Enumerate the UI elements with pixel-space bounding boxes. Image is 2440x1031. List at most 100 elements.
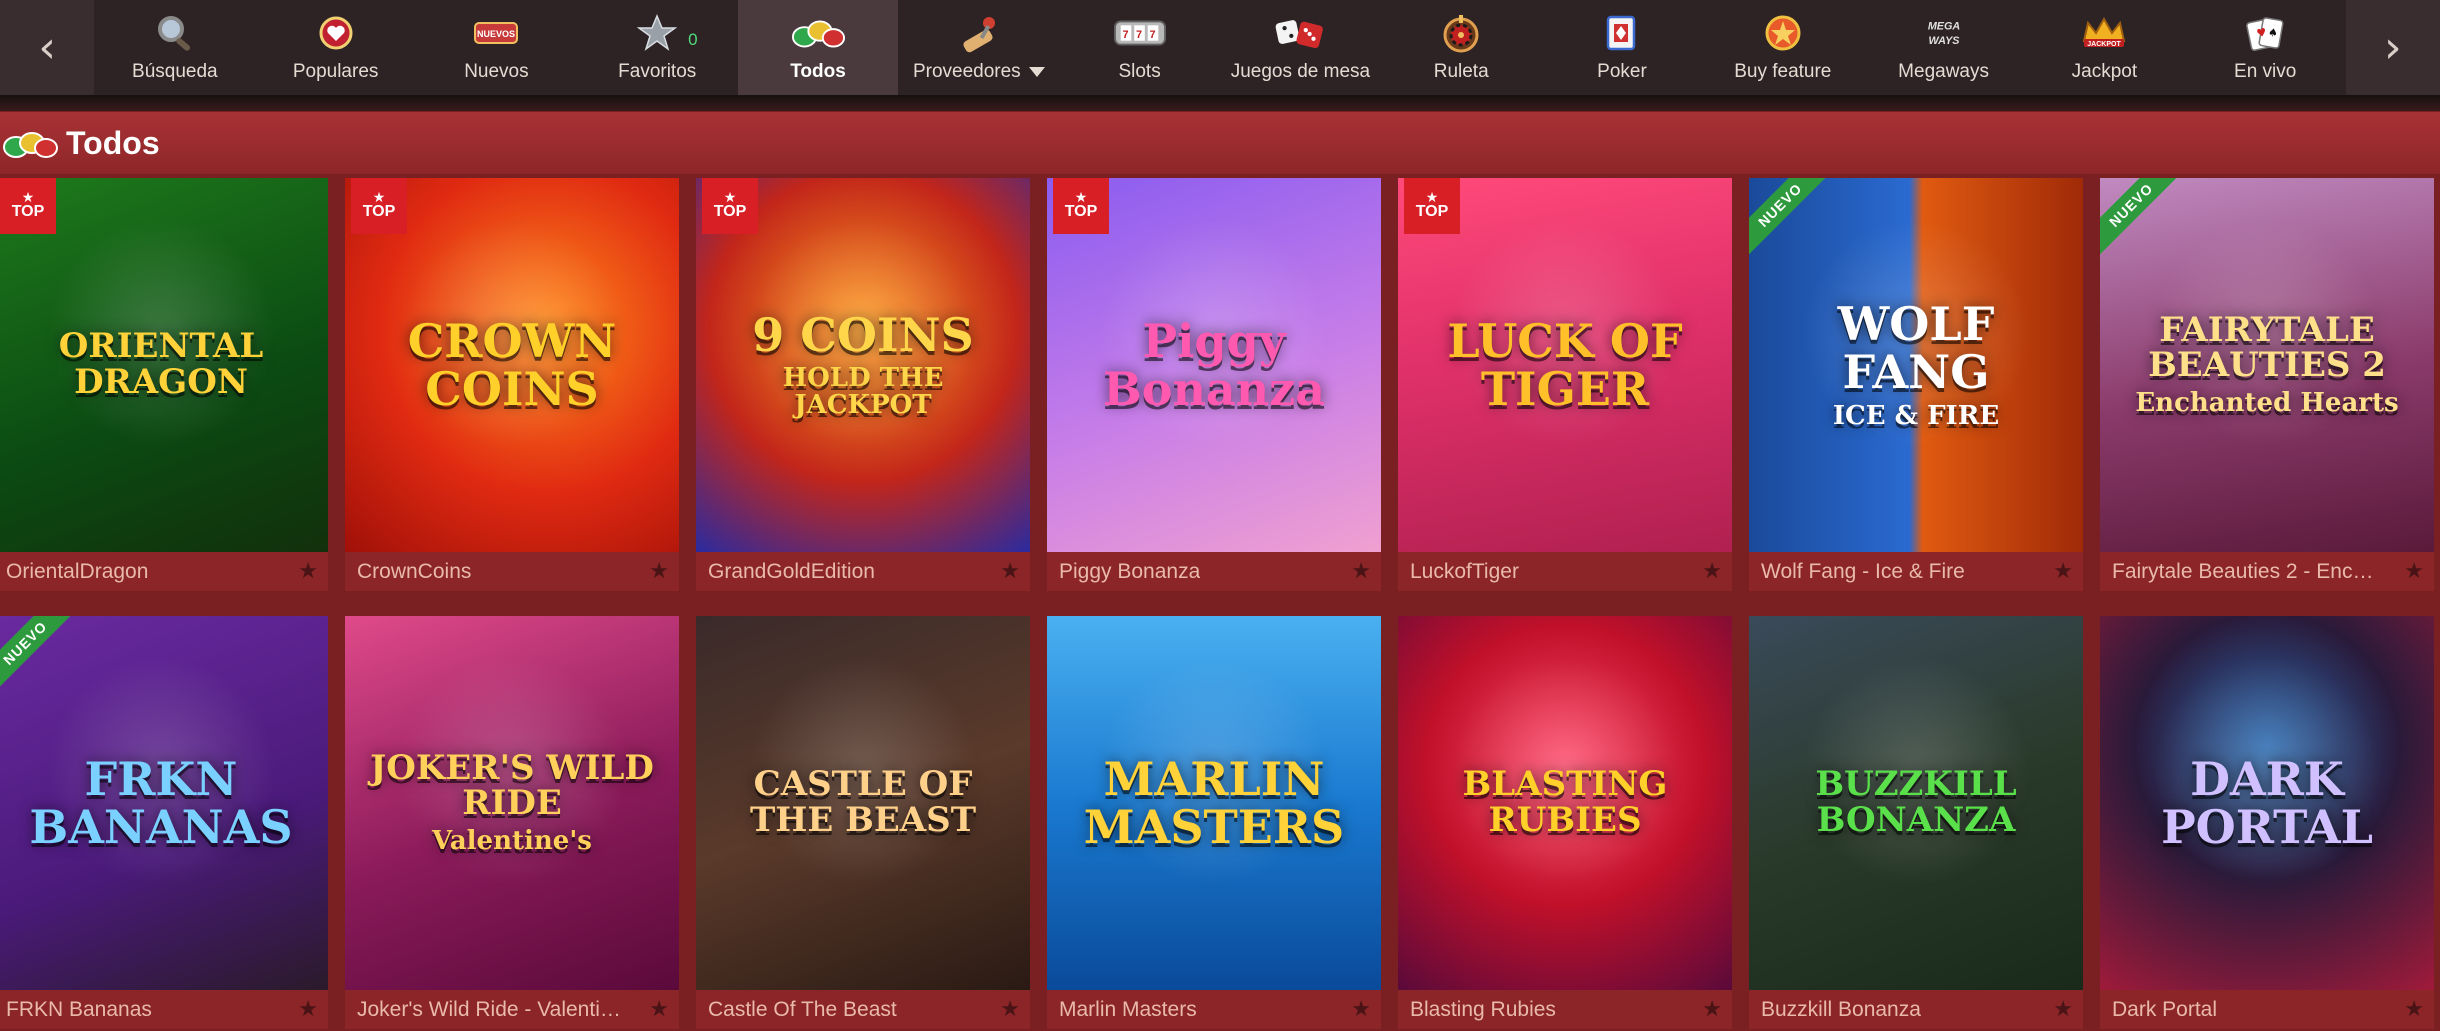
nav-item-favoritos[interactable]: Favoritos 0 xyxy=(577,0,738,95)
game-card[interactable]: Piggy Bonanza ★ TOP Piggy Bonanza ★ xyxy=(1047,178,1381,591)
game-name[interactable]: LuckofTiger xyxy=(1410,560,1519,584)
game-name[interactable]: Buzzkill Bonanza xyxy=(1761,998,1921,1022)
game-name[interactable]: Dark Portal xyxy=(2112,998,2217,1022)
favorite-star-icon[interactable]: ★ xyxy=(1702,559,1722,584)
game-thumbnail[interactable]: BUZZKILL BONANZA xyxy=(1749,616,2083,990)
game-name[interactable]: Fairytale Beauties 2 - Enchanted Hearts xyxy=(2112,560,2382,584)
game-thumbnail[interactable]: BLASTING RUBIES xyxy=(1398,616,1732,990)
nav-item-label: Favoritos xyxy=(618,61,696,83)
chevron-right-icon: › xyxy=(2383,22,2402,73)
nav-item-ruleta[interactable]: Ruleta xyxy=(1381,0,1542,95)
star-icon xyxy=(630,13,684,53)
new-badge-ribbon: NUEVO xyxy=(2100,178,2200,278)
game-card[interactable]: MARLIN MASTERS Marlin Masters ★ xyxy=(1047,616,1381,1029)
game-card[interactable]: CROWN COINS ★ TOP CrownCoins ★ xyxy=(345,178,679,591)
game-thumbnail[interactable]: MARLIN MASTERS xyxy=(1047,616,1381,990)
game-caption: FRKN Bananas ★ xyxy=(0,990,328,1029)
game-thumbnail[interactable]: Piggy Bonanza xyxy=(1047,178,1381,552)
game-caption: CrownCoins ★ xyxy=(345,552,679,591)
favorite-star-icon[interactable]: ★ xyxy=(2053,997,2073,1022)
svg-text:7: 7 xyxy=(1136,29,1142,41)
favorite-star-icon[interactable]: ★ xyxy=(2404,997,2424,1022)
nav-item-slots[interactable]: 7 7 7 Slots xyxy=(1059,0,1220,95)
game-caption: Piggy Bonanza ★ xyxy=(1047,552,1381,591)
game-card[interactable]: 9 COINS HOLD THE JACKPOT ★ TOP GrandGoldEdit… xyxy=(696,178,1030,591)
game-name[interactable]: OrientalDragon xyxy=(6,560,148,584)
nav-item-label-text: Buy feature xyxy=(1734,61,1832,82)
game-card[interactable]: BLASTING RUBIES Blasting Rubies ★ xyxy=(1398,616,1732,1029)
nav-item-proveedores[interactable]: Proveedores xyxy=(898,0,1059,95)
game-thumbnail[interactable]: DARK PORTAL xyxy=(2100,616,2434,990)
game-name[interactable]: Blasting Rubies xyxy=(1410,998,1556,1022)
game-thumbnail[interactable]: ORIENTAL DRAGON xyxy=(0,178,328,552)
svg-text:NUEVOS: NUEVOS xyxy=(477,29,515,39)
favorite-star-icon[interactable]: ★ xyxy=(298,559,318,584)
game-thumbnail[interactable]: CROWN COINS xyxy=(345,178,679,552)
game-caption: Castle Of The Beast ★ xyxy=(696,990,1030,1029)
game-card[interactable]: LUCK OF TIGER ★ TOP LuckofTiger ★ xyxy=(1398,178,1732,591)
nav-item-todos[interactable]: Todos xyxy=(737,0,899,95)
favorite-star-icon[interactable]: ★ xyxy=(2053,559,2073,584)
game-name[interactable]: Marlin Masters xyxy=(1059,998,1197,1022)
game-name[interactable]: CrownCoins xyxy=(357,560,471,584)
game-card[interactable]: ORIENTAL DRAGON ★ TOP OrientalDragon ★ xyxy=(0,178,328,591)
nav-item-megaways[interactable]: MEGA WAYS Megaways xyxy=(1863,0,2024,95)
nav-item-populares[interactable]: Populares xyxy=(255,0,416,95)
game-card[interactable]: DARK PORTAL Dark Portal ★ xyxy=(2100,616,2434,1029)
game-card[interactable]: CASTLE OF THE BEAST Castle Of The Beast ★ xyxy=(696,616,1030,1029)
favorite-star-icon[interactable]: ★ xyxy=(1000,559,1020,584)
favorite-star-icon[interactable]: ★ xyxy=(649,559,669,584)
game-thumbnail[interactable]: JOKER'S WILD RIDE Valentine's xyxy=(345,616,679,990)
game-art-title-text: CASTLE OF THE BEAST xyxy=(749,764,977,840)
nav-item-en-vivo[interactable]: ♥ ♠ En vivo xyxy=(2185,0,2346,95)
joystick-icon xyxy=(952,13,1006,53)
favorite-star-icon[interactable]: ★ xyxy=(1000,997,1020,1022)
game-art-title: BLASTING RUBIES xyxy=(1398,767,1732,838)
game-name[interactable]: Wolf Fang - Ice & Fire xyxy=(1761,560,1965,584)
game-name[interactable]: GrandGoldEdition xyxy=(708,560,875,584)
slot-reels-icon: 777 xyxy=(1113,13,1167,53)
game-caption: GrandGoldEdition ★ xyxy=(696,552,1030,591)
game-name[interactable]: Joker's Wild Ride - Valentine's xyxy=(357,998,627,1022)
nav-item-juegos-de-mesa[interactable]: Juegos de mesa xyxy=(1220,0,1381,95)
game-card[interactable]: FRKN BANANAS NUEVO FRKN Bananas ★ xyxy=(0,616,328,1029)
nav-next-button[interactable]: › xyxy=(2345,0,2440,95)
game-thumbnail[interactable]: 9 COINS HOLD THE JACKPOT xyxy=(696,178,1030,552)
new-badge: NUEVO xyxy=(0,616,81,699)
favorite-star-icon[interactable]: ★ xyxy=(298,997,318,1022)
svg-text:7: 7 xyxy=(1149,29,1155,41)
svg-text:WAYS: WAYS xyxy=(1928,35,1960,47)
game-art-title-text: Piggy Bonanza xyxy=(1102,313,1326,416)
nav-item-label: Todos xyxy=(790,61,846,83)
favorite-star-icon[interactable]: ★ xyxy=(1351,997,1371,1022)
game-caption: Joker's Wild Ride - Valentine's ★ xyxy=(345,990,679,1029)
game-name[interactable]: FRKN Bananas xyxy=(6,998,152,1022)
top-badge: ★ TOP xyxy=(702,178,758,234)
favorite-star-icon[interactable]: ★ xyxy=(649,997,669,1022)
nav-item-nuevos[interactable]: NUEVOS Nuevos xyxy=(416,0,577,95)
top-badge: ★ TOP xyxy=(1404,178,1460,234)
game-art-title-text: BLASTING RUBIES xyxy=(1462,764,1668,840)
chips-icon xyxy=(3,132,58,158)
favorite-star-icon[interactable]: ★ xyxy=(2404,559,2424,584)
favorite-star-icon[interactable]: ★ xyxy=(1702,997,1722,1022)
favorite-star-icon[interactable]: ★ xyxy=(1351,559,1371,584)
game-name[interactable]: Piggy Bonanza xyxy=(1059,560,1200,584)
top-badge-label: TOP xyxy=(11,203,45,220)
game-thumbnail[interactable]: CASTLE OF THE BEAST xyxy=(696,616,1030,990)
roulette-icon xyxy=(1434,13,1488,53)
game-card[interactable]: FAIRYTALE BEAUTIES 2 Enchanted Hearts NUEV… xyxy=(2100,178,2434,591)
game-thumbnail[interactable]: LUCK OF TIGER xyxy=(1398,178,1732,552)
nav-item-jackpot[interactable]: JACKPOT Jackpot xyxy=(2024,0,2185,95)
game-art-title-text: FRKN BANANAS xyxy=(29,751,293,854)
game-card[interactable]: WOLF FANG ICE & FIRE NUEVO Wolf Fang - Ice … xyxy=(1749,178,2083,591)
game-card[interactable]: JOKER'S WILD RIDE Valentine's Joker's Wild… xyxy=(345,616,679,1029)
nav-item-label: En vivo xyxy=(2234,61,2296,83)
nav-item-label: Jackpot xyxy=(2072,61,2137,83)
nav-item-buy-feature[interactable]: Buy feature xyxy=(1702,0,1863,95)
nav-prev-button[interactable]: ‹ xyxy=(0,0,95,95)
game-card[interactable]: BUZZKILL BONANZA Buzzkill Bonanza ★ xyxy=(1749,616,2083,1029)
nav-item-b-squeda[interactable]: Búsqueda xyxy=(94,0,255,95)
game-name[interactable]: Castle Of The Beast xyxy=(708,998,897,1022)
nav-item-poker[interactable]: Poker xyxy=(1542,0,1703,95)
